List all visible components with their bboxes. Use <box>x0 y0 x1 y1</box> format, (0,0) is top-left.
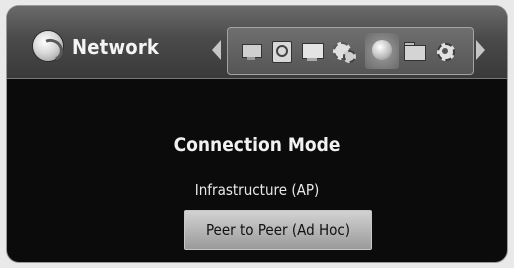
option-infrastructure[interactable]: Infrastructure (AP) <box>7 181 507 199</box>
tv-screen: Network Connection Mode Infrastructure (… <box>7 6 507 262</box>
tv-icon[interactable] <box>240 40 262 62</box>
network-globe-icon-selected[interactable] <box>365 33 399 69</box>
header-bar: Network <box>7 6 507 79</box>
menu-left-arrow-icon[interactable] <box>212 40 221 60</box>
folder-icon[interactable] <box>403 40 426 62</box>
menu-right-arrow-icon[interactable] <box>476 40 485 60</box>
option-peer-to-peer[interactable]: Peer to Peer (Ad Hoc) <box>184 210 372 250</box>
network-globe-icon <box>33 31 67 65</box>
page-title: Network <box>72 35 160 59</box>
disc-icon[interactable] <box>270 40 292 63</box>
menu-icon-bar <box>227 27 474 75</box>
connection-mode-heading: Connection Mode <box>173 134 341 156</box>
settings-cog-icon[interactable] <box>434 40 456 62</box>
display-icon[interactable] <box>301 40 324 62</box>
gears-icon[interactable] <box>332 40 356 63</box>
